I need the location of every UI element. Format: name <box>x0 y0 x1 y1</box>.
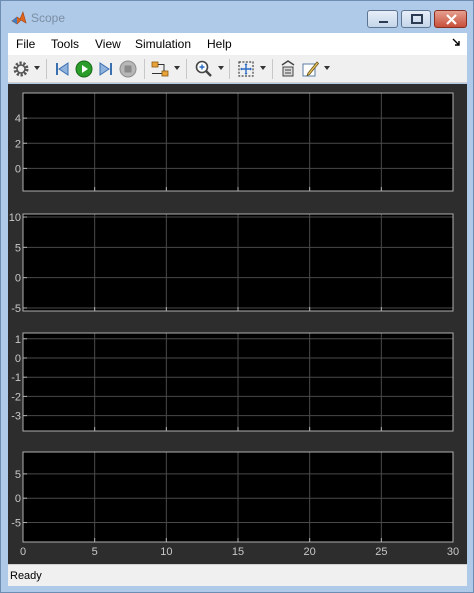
axes-4-xtick-label: 5 <box>92 546 98 558</box>
gear-icon[interactable] <box>11 59 31 79</box>
scope-window: Scope File Tools View Simulation Help 4 … <box>0 0 474 593</box>
maximize-icon <box>411 14 423 24</box>
close-button[interactable] <box>434 10 467 28</box>
chevron-down-icon[interactable] <box>260 66 266 70</box>
toolbar-separator <box>229 59 230 79</box>
axes-3-ytick-label: 0 <box>15 353 21 365</box>
axes-4-ytick-label: 5 <box>15 469 21 481</box>
status-text: Ready <box>10 570 42 582</box>
axes-2-ytick-label: 5 <box>15 242 21 254</box>
minimize-icon <box>379 21 388 23</box>
run-icon[interactable] <box>74 59 94 79</box>
autoscale-icon[interactable] <box>236 59 256 79</box>
axes-4-xtick-label: 30 <box>447 546 459 558</box>
zoom-in-icon[interactable] <box>194 59 214 79</box>
menu-help[interactable]: Help <box>207 37 232 51</box>
toolbar-separator <box>144 59 145 79</box>
axes-3-ytick-label: -2 <box>11 391 21 403</box>
toolbar-separator <box>186 59 187 79</box>
chevron-down-icon[interactable] <box>218 66 224 70</box>
restore-layout-icon[interactable] <box>278 59 298 79</box>
chevron-down-icon[interactable] <box>174 66 180 70</box>
step-forward-icon[interactable] <box>96 59 116 79</box>
menu-simulation[interactable]: Simulation <box>135 37 191 51</box>
menu-file[interactable]: File <box>16 37 35 51</box>
menu-view[interactable]: View <box>95 37 121 51</box>
axes-1-ytick-label: 2 <box>15 138 21 150</box>
dock-arrow-icon[interactable] <box>451 37 461 49</box>
axes-3-ytick-label: -3 <box>11 411 21 423</box>
axes-2-ytick-label: 0 <box>15 273 21 285</box>
toolbar-separator <box>272 59 273 79</box>
stop-icon[interactable] <box>118 59 138 79</box>
axes-3-ytick-label: 1 <box>15 334 21 346</box>
matlab-icon <box>11 11 27 25</box>
scope-plot-area[interactable]: 4 2 0 10 5 0 -5 1 0 -1 -2 -3 5 0 -5 0 5 10 15 20 25 30 <box>8 84 467 564</box>
toolbar-separator <box>46 59 47 79</box>
axes-2-ytick-label: 10 <box>9 212 21 224</box>
chevron-down-icon[interactable] <box>34 66 40 70</box>
axes-1-ytick-label: 4 <box>15 113 21 125</box>
close-icon <box>446 14 457 25</box>
axes-4-xtick-label: 25 <box>375 546 387 558</box>
menu-bar: File Tools View Simulation Help <box>8 33 467 55</box>
axes-2-ytick-label: -5 <box>11 303 21 315</box>
axes-4-ytick-label: -5 <box>11 518 21 530</box>
axes-4-xtick-label: 0 <box>20 546 26 558</box>
axes-4-xtick-label: 10 <box>160 546 172 558</box>
scope-axes-canvas[interactable]: 4201050-510-1-2-350-50 5 10 15 20 25 30 <box>8 84 467 564</box>
title-bar[interactable]: Scope <box>1 1 473 33</box>
menu-tools[interactable]: Tools <box>51 37 79 51</box>
edit-icon[interactable] <box>300 59 320 79</box>
window-title: Scope <box>31 11 66 25</box>
axes-4-xtick-label: 15 <box>232 546 244 558</box>
minimize-button[interactable] <box>367 10 398 28</box>
axes-4-xtick-label: 20 <box>304 546 316 558</box>
highlight-simulink-block-icon[interactable] <box>150 59 170 79</box>
axes-3-ytick-label: -1 <box>11 372 21 384</box>
step-back-icon[interactable] <box>52 59 72 79</box>
axes-1-ytick-label: 0 <box>15 163 21 175</box>
chevron-down-icon[interactable] <box>324 66 330 70</box>
status-bar: Ready <box>8 564 467 586</box>
maximize-button[interactable] <box>401 10 431 28</box>
toolbar <box>8 55 467 83</box>
axes-4-ytick-label: 0 <box>15 493 21 505</box>
